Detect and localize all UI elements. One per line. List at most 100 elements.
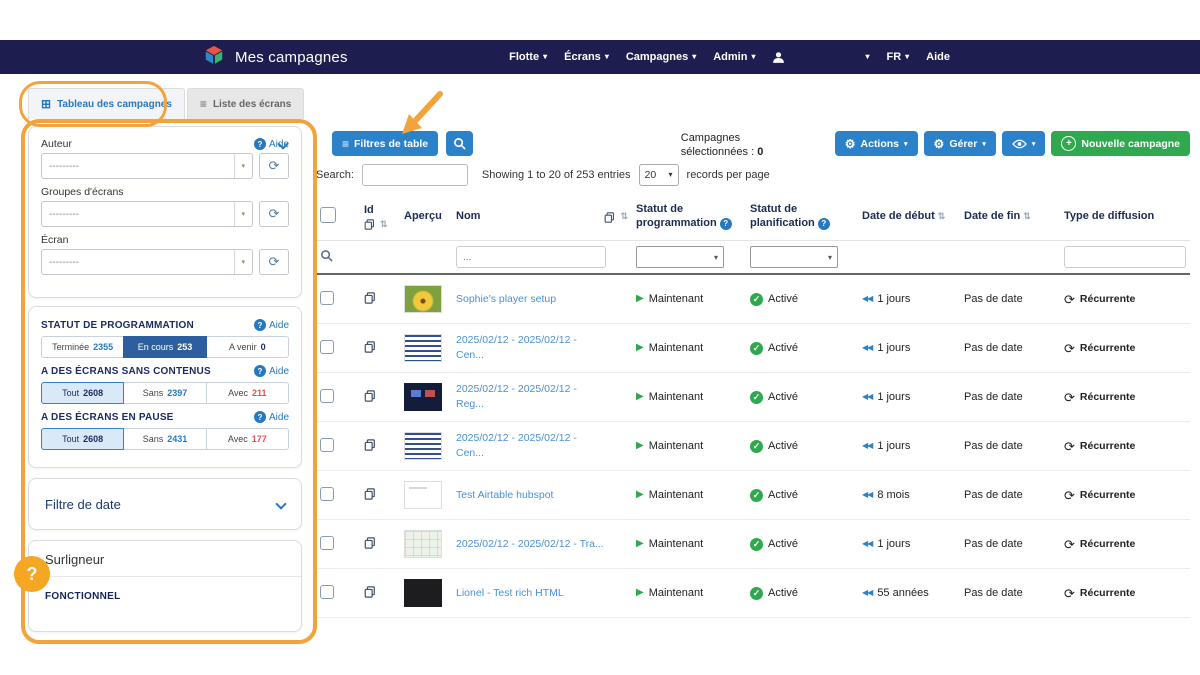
campaign-thumbnail[interactable] <box>404 285 442 313</box>
ecran-select[interactable]: ---------▾ <box>41 249 253 275</box>
filter-tout-button[interactable]: Tout2608 <box>41 382 124 404</box>
copy-id-icon[interactable] <box>364 341 376 353</box>
campaign-name-link[interactable]: Lionel - Test rich HTML <box>456 586 606 601</box>
groupes-ecrans-select[interactable]: ---------▾ <box>41 201 253 227</box>
campaign-name-link[interactable]: 2025/02/12 - 2025/02/12 - Tra... <box>456 537 606 552</box>
filter-sans-button[interactable]: Sans2431 <box>123 428 206 450</box>
campaign-name-link[interactable]: 2025/02/12 - 2025/02/12 - Cen... <box>456 333 606 362</box>
sidebar-date-filter-panel[interactable]: Filtre de date <box>28 478 302 530</box>
column-header-nom[interactable]: Nom ⇅ <box>452 194 632 241</box>
filter-sans-button[interactable]: Sans2397 <box>123 382 206 404</box>
campaign-name-link[interactable]: 2025/02/12 - 2025/02/12 - Cen... <box>456 431 606 460</box>
filter-terminee-button[interactable]: Terminée2355 <box>41 336 124 358</box>
surligneur-fonctionnel-item[interactable]: FONCTIONNEL <box>29 577 301 602</box>
copy-id-icon[interactable] <box>364 586 376 598</box>
actions-button[interactable]: ⚙ Actions ▾ <box>835 131 918 156</box>
visibility-button[interactable]: ▾ <box>1002 131 1046 156</box>
copy-id-icon[interactable] <box>364 488 376 500</box>
tab-label: Liste des écrans <box>213 99 291 110</box>
tab-tableau-campagnes[interactable]: ⊞ Tableau des campagnes <box>28 88 185 119</box>
campaign-thumbnail[interactable] <box>404 432 442 460</box>
app-logo-icon[interactable] <box>203 44 225 71</box>
campaign-name-link[interactable]: Test Airtable hubspot <box>456 488 606 503</box>
campaign-thumbnail[interactable] <box>404 383 442 411</box>
type-filter-input[interactable] <box>1064 246 1186 268</box>
campaign-thumbnail[interactable] <box>404 579 442 607</box>
nav-user-menu[interactable]: ▾ <box>865 53 869 61</box>
column-header-id[interactable]: Id ⇅ <box>360 194 400 241</box>
table-row[interactable]: Sophie's player setup ▶Maintenant ✓Activ… <box>316 274 1190 324</box>
table-row[interactable]: 2025/02/12 - 2025/02/12 - Tra... ▶Mainte… <box>316 520 1190 569</box>
help-icon[interactable]: ? <box>818 218 830 230</box>
column-header-date-debut[interactable]: Date de début⇅ <box>858 194 960 241</box>
nav-ecrans[interactable]: Écrans▾ <box>564 51 609 63</box>
filter-tout-button[interactable]: Tout2608 <box>41 428 124 450</box>
nom-filter-input[interactable] <box>456 246 606 268</box>
prog-filter-select[interactable]: ▾ <box>636 246 724 268</box>
nav-aide[interactable]: Aide <box>926 51 950 63</box>
chevron-down-icon: ▾ <box>905 53 909 61</box>
campaign-name-link[interactable]: 2025/02/12 - 2025/02/12 - Reg... <box>456 382 606 411</box>
row-checkbox[interactable] <box>320 536 334 550</box>
sort-icon: ⇅ <box>1023 211 1031 221</box>
column-header-statut-planification[interactable]: Statut de planification ? <box>746 194 858 241</box>
campaign-name-link[interactable]: Sophie's player setup <box>456 292 606 307</box>
auteur-select[interactable]: ---------▾ <box>41 153 253 179</box>
table-row[interactable]: 2025/02/12 - 2025/02/12 - Cen... ▶Mainte… <box>316 422 1190 471</box>
page-size-select[interactable]: 20 ▾ <box>639 164 679 186</box>
campaign-thumbnail[interactable] <box>404 334 442 362</box>
filter-en-cours-button[interactable]: En cours253 <box>123 336 206 358</box>
row-checkbox[interactable] <box>320 389 334 403</box>
new-campaign-button[interactable]: + Nouvelle campagne <box>1051 131 1190 156</box>
campaign-thumbnail[interactable] <box>404 530 442 558</box>
refresh-button[interactable]: ⟳ <box>259 201 289 227</box>
column-header-apercu[interactable]: Aperçu <box>400 194 452 241</box>
table-filters-button[interactable]: ≡ Filtres de table <box>332 131 438 156</box>
refresh-button[interactable]: ⟳ <box>259 153 289 179</box>
column-header-date-fin[interactable]: Date de fin⇅ <box>960 194 1060 241</box>
tab-liste-ecrans[interactable]: ≡ Liste des écrans <box>187 88 304 119</box>
filter-avec-button[interactable]: Avec211 <box>206 382 289 404</box>
select-all-checkbox[interactable] <box>320 207 336 223</box>
filter-avec-button[interactable]: Avec177 <box>206 428 289 450</box>
collapse-chevron-icon[interactable] <box>279 135 287 153</box>
row-checkbox[interactable] <box>320 340 334 354</box>
copy-icon[interactable] <box>364 219 375 230</box>
column-header-type-diffusion[interactable]: Type de diffusion <box>1060 194 1190 241</box>
campaign-thumbnail[interactable] <box>404 481 442 509</box>
copy-id-icon[interactable] <box>364 292 376 304</box>
row-checkbox[interactable] <box>320 585 334 599</box>
refresh-button[interactable]: ⟳ <box>259 249 289 275</box>
copy-id-icon[interactable] <box>364 537 376 549</box>
nav-language[interactable]: FR▾ <box>886 51 909 63</box>
plan-filter-select[interactable]: ▾ <box>750 246 838 268</box>
table-row[interactable]: 2025/02/12 - 2025/02/12 - Cen... ▶Mainte… <box>316 324 1190 373</box>
row-checkbox[interactable] <box>320 291 334 305</box>
table-row[interactable]: Lionel - Test rich HTML ▶Maintenant ✓Act… <box>316 569 1190 618</box>
search-button[interactable] <box>446 131 473 156</box>
user-icon[interactable] <box>772 51 785 64</box>
ecrans-en-pause-help-link[interactable]: ?Aide <box>254 411 289 423</box>
copy-id-icon[interactable] <box>364 439 376 451</box>
nav-admin[interactable]: Admin▾ <box>713 51 755 63</box>
nav-flotte[interactable]: Flotte▾ <box>509 51 547 63</box>
table-row[interactable]: Test Airtable hubspot ▶Maintenant ✓Activ… <box>316 471 1190 520</box>
statut-programmation-help-link[interactable]: ?Aide <box>254 319 289 331</box>
play-icon: ▶ <box>636 588 644 598</box>
ecrans-sans-contenus-help-link[interactable]: ?Aide <box>254 365 289 377</box>
help-icon[interactable]: ? <box>720 218 732 230</box>
filter-a-venir-button[interactable]: A venir0 <box>206 336 289 358</box>
table-row[interactable]: 2025/02/12 - 2025/02/12 - Reg... ▶Mainte… <box>316 373 1190 422</box>
nav-campagnes[interactable]: Campagnes▾ <box>626 51 696 63</box>
chevron-down-icon[interactable] <box>277 495 285 513</box>
search-input[interactable] <box>362 164 468 186</box>
seg-count: 2397 <box>167 388 187 398</box>
chevron-down-icon: ▾ <box>751 53 755 61</box>
annotation-help-badge[interactable]: ? <box>14 556 50 592</box>
column-header-statut-programmation[interactable]: Statut de programmation ? <box>632 194 746 241</box>
copy-icon[interactable] <box>604 212 615 223</box>
row-checkbox[interactable] <box>320 487 334 501</box>
gerer-button[interactable]: ⚙ Gérer ▾ <box>924 131 996 156</box>
row-checkbox[interactable] <box>320 438 334 452</box>
copy-id-icon[interactable] <box>364 390 376 402</box>
